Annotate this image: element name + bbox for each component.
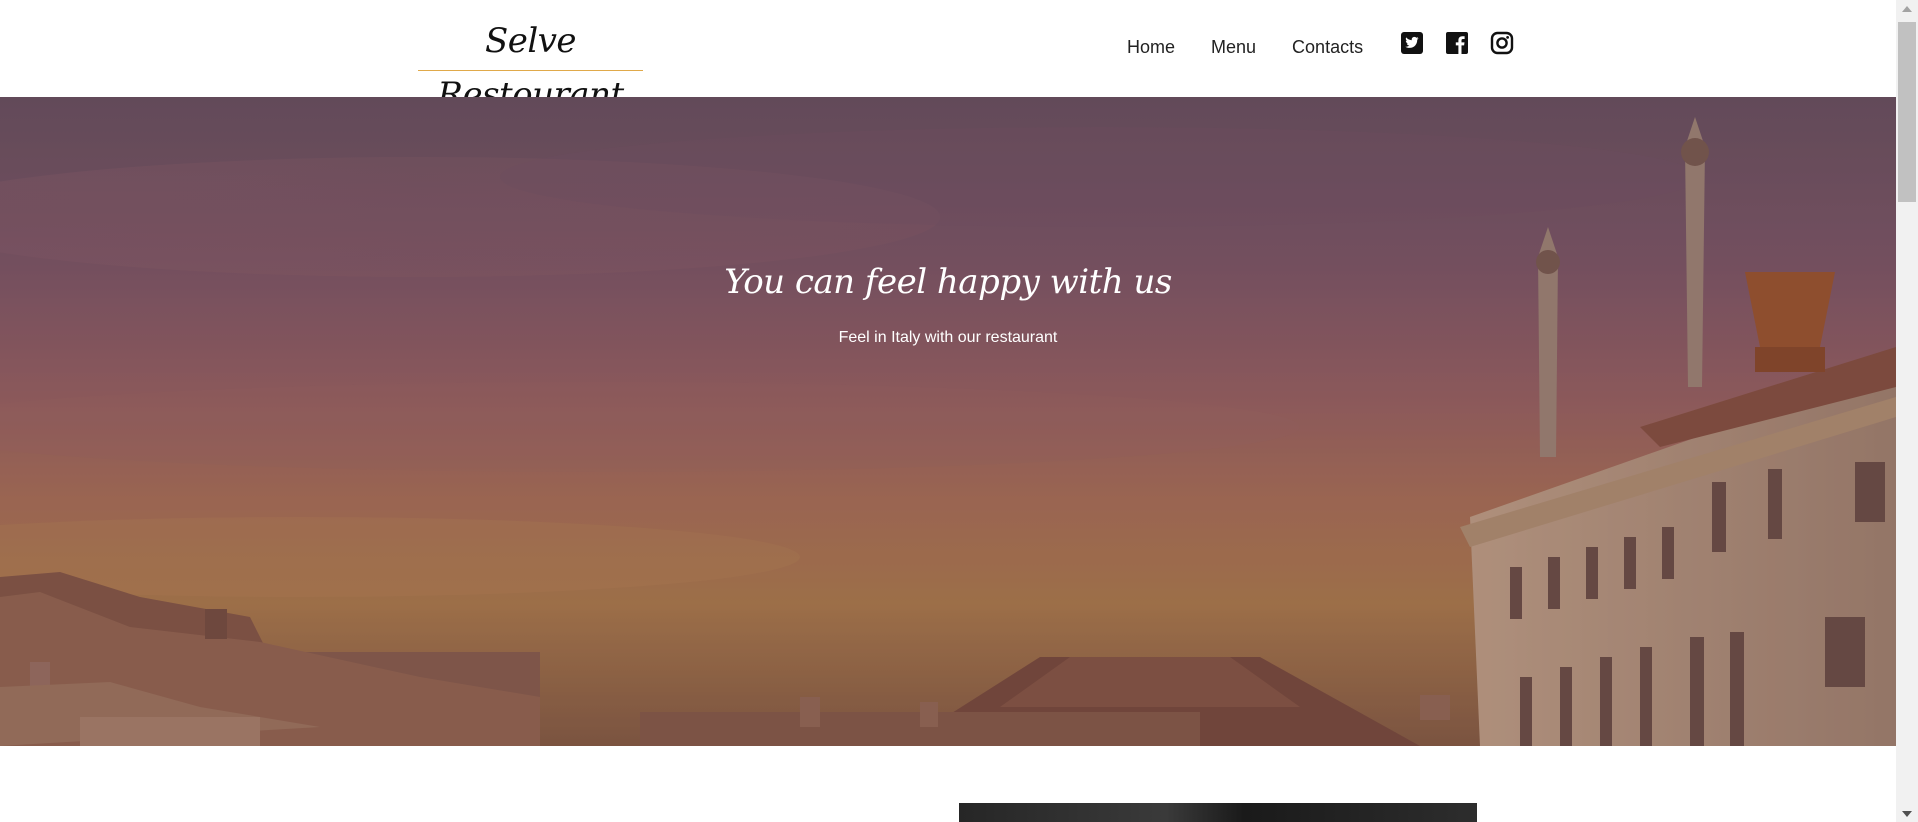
nav-menu-link[interactable]: Menu [1211, 36, 1256, 58]
scrollbar-thumb[interactable] [1898, 22, 1916, 202]
instagram-icon[interactable] [1490, 31, 1514, 55]
main-nav: Home Menu Contacts [1127, 36, 1399, 58]
site-header: Selve Restourant Home Menu Contacts [0, 0, 1896, 115]
facebook-icon[interactable] [1445, 31, 1469, 55]
scroll-up-arrow-icon[interactable] [1896, 0, 1918, 17]
vertical-scrollbar[interactable] [1896, 0, 1918, 822]
hero-background-image [0, 97, 1896, 746]
twitter-icon[interactable] [1400, 31, 1424, 55]
hero-banner: You can feel happy with us Feel in Italy… [0, 97, 1896, 746]
social-links [1400, 31, 1514, 55]
hero-subtitle: Feel in Italy with our restaurant [838, 329, 1058, 346]
hero-title: You can feel happy with us [724, 262, 1172, 302]
page: Selve Restourant Home Menu Contacts You … [0, 0, 1918, 822]
scroll-down-arrow-icon[interactable] [1896, 805, 1918, 822]
nav-contacts-link[interactable]: Contacts [1292, 36, 1363, 58]
nav-home-link[interactable]: Home [1127, 36, 1175, 58]
chef-photo [959, 803, 1477, 822]
site-logo[interactable]: Selve Restourant [418, 14, 643, 115]
